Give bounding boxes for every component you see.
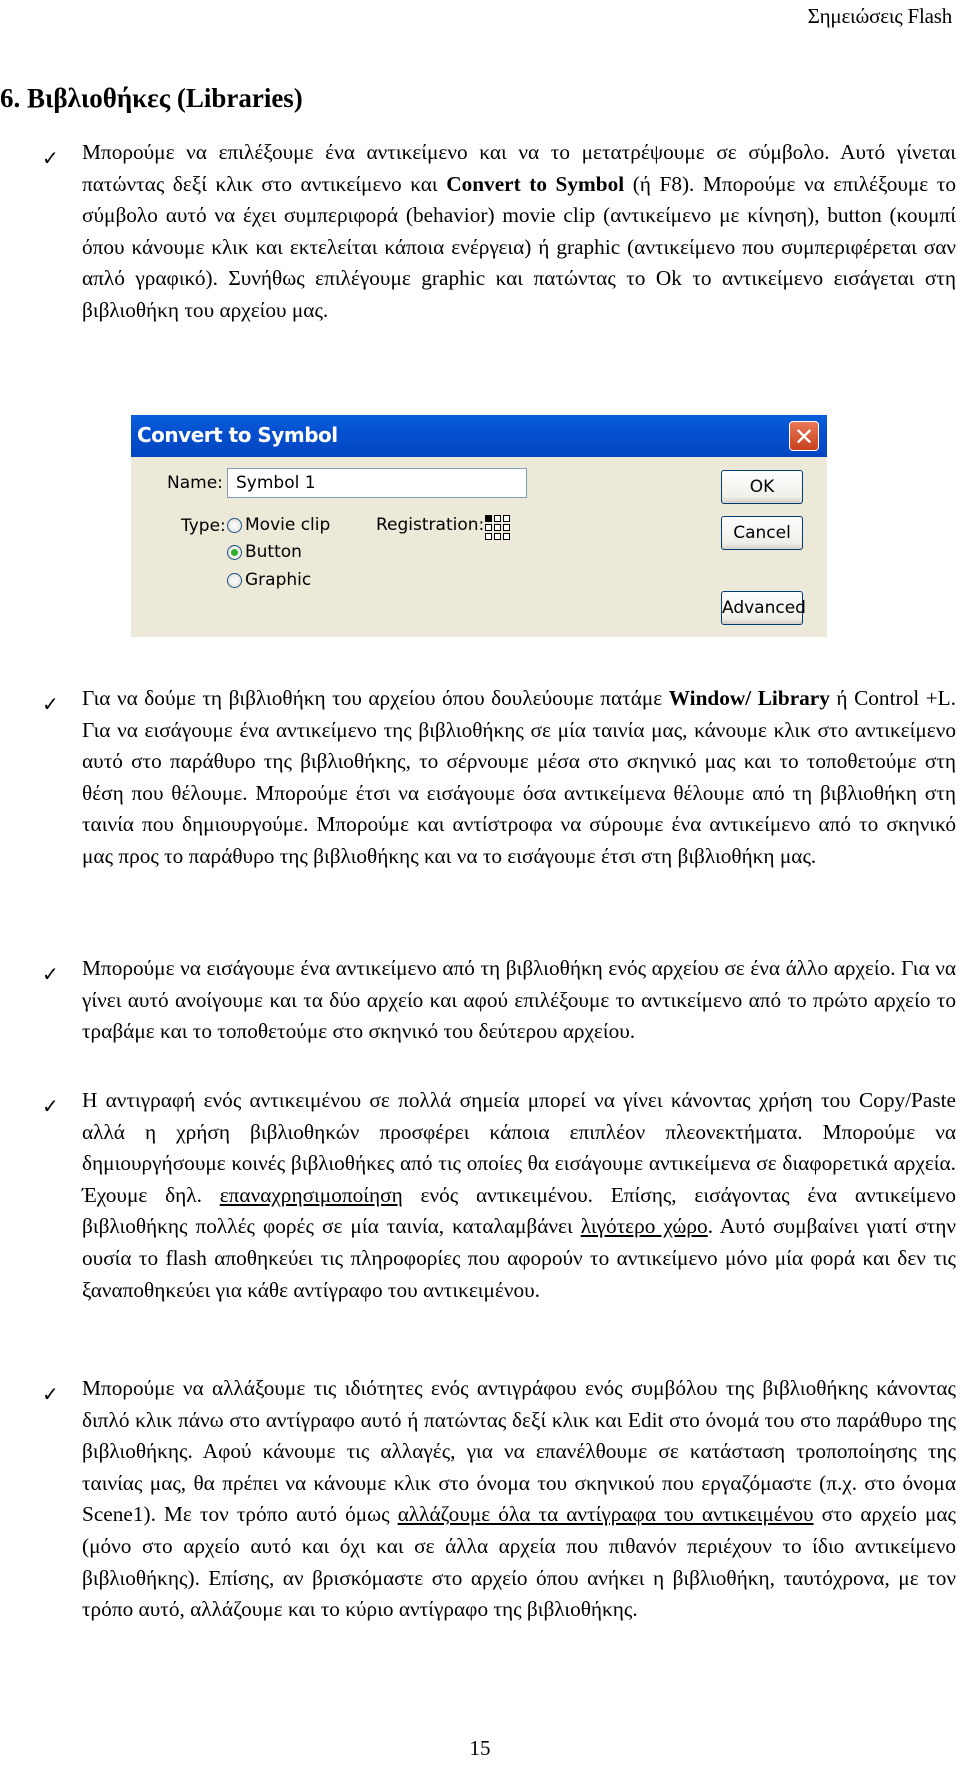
advanced-button[interactable]: Advanced [721, 591, 806, 625]
radio-label: Movie clip [245, 515, 331, 535]
registration-point-top-left[interactable] [485, 515, 492, 522]
registration-label: Registration: [376, 515, 485, 535]
checkmark-icon: ✓ [42, 1094, 59, 1118]
checkmark-icon: ✓ [42, 692, 59, 716]
registration-point[interactable] [494, 524, 501, 531]
registration-grid[interactable] [485, 515, 510, 540]
close-icon: ✕ [793, 423, 815, 451]
paragraph: Για να δούμε τη βιβλιοθήκη του αρχείου ό… [82, 683, 956, 873]
dialog-title: Convert to Symbol [137, 423, 338, 447]
radio-label: Graphic [245, 570, 312, 590]
radio-icon [227, 517, 242, 533]
registration-point[interactable] [503, 524, 510, 531]
bold-term: Convert to Symbol [446, 171, 625, 196]
checkmark-icon: ✓ [42, 962, 59, 986]
registration-point[interactable] [485, 533, 492, 540]
underlined-term: αλλάζουμε όλα τα αντίγραφα του αντικειμέ… [397, 1502, 814, 1527]
text-run: Για να δούμε τη βιβλιοθήκη του αρχείου ό… [82, 686, 669, 710]
checkmark-icon: ✓ [42, 146, 59, 170]
ok-button[interactable]: OK [721, 470, 803, 504]
radio-checked-icon [227, 544, 242, 560]
registration-point[interactable] [503, 515, 510, 522]
close-button[interactable]: ✕ [789, 421, 819, 451]
text-run: ή Control +L. Για να εισάγουμε ένα αντικ… [82, 686, 957, 868]
dialog-titlebar: Convert to Symbol ✕ [131, 415, 827, 457]
radio-graphic[interactable]: Graphic [227, 570, 311, 590]
radio-button[interactable]: Button [227, 542, 302, 562]
registration-point[interactable] [494, 515, 501, 522]
radio-label: Button [245, 542, 302, 562]
registration-point[interactable] [503, 533, 510, 540]
running-header: Σημειώσεις Flash [807, 4, 953, 28]
paragraph: Η αντιγραφή ενός αντικειμένου σε πολλά σ… [82, 1085, 956, 1306]
registration-point[interactable] [485, 524, 492, 531]
paragraph: Μπορούμε να επιλέξουμε ένα αντικείμενο κ… [82, 137, 956, 327]
section-title: 6. Βιβλιοθήκες (Libraries) [0, 83, 303, 113]
type-label: Type: [181, 516, 226, 536]
name-input[interactable] [227, 468, 527, 498]
paragraph: Μπορούμε να εισάγουμε ένα αντικείμενο απ… [82, 953, 956, 1048]
convert-to-symbol-dialog: Convert to Symbol ✕ Name: Type: Movie cl… [131, 415, 827, 637]
paragraph: Μπορούμε να αλλάξουμε τις ιδιότητες ενός… [82, 1373, 956, 1626]
text-run: Μπορούμε να εισάγουμε ένα αντικείμενο απ… [82, 956, 956, 1044]
radio-movie-clip[interactable]: Movie clip [227, 515, 330, 535]
page-number: 15 [469, 1736, 491, 1760]
underlined-term: επαναχρησιμοποίηση [219, 1182, 403, 1207]
radio-icon [227, 572, 242, 588]
bold-term: Window/ Library [668, 686, 830, 710]
name-label: Name: [167, 473, 223, 493]
checkmark-icon: ✓ [42, 1382, 59, 1406]
cancel-button[interactable]: Cancel [721, 516, 803, 550]
underlined-term: λιγότερο χώρο [580, 1214, 708, 1239]
registration-point[interactable] [494, 533, 501, 540]
